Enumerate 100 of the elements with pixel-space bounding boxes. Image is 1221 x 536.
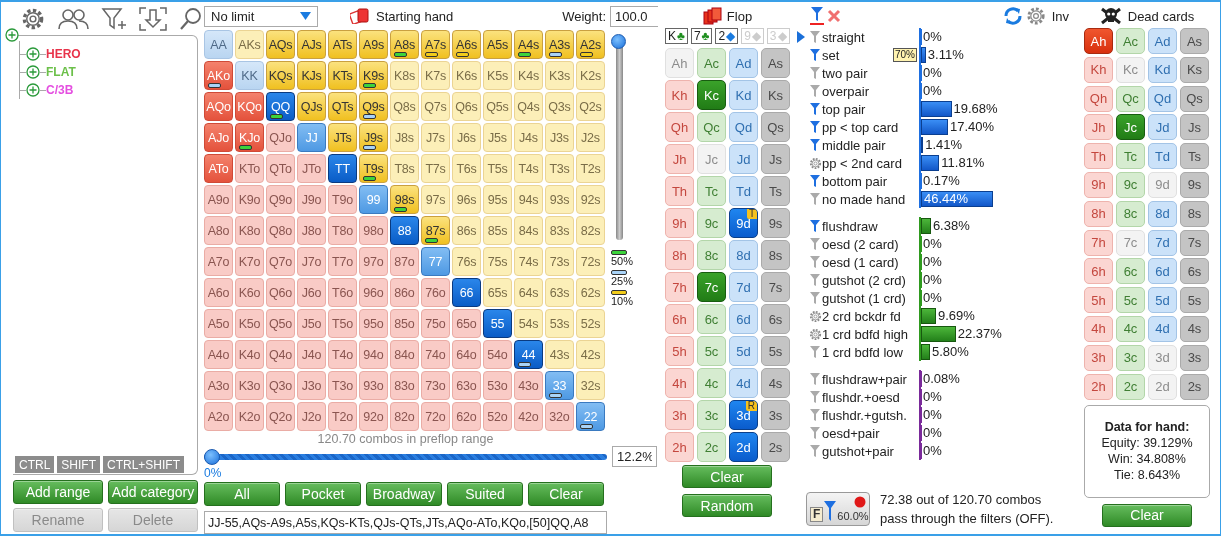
- filter-icon[interactable]: [809, 345, 821, 359]
- hand-cell[interactable]: T9o: [328, 185, 357, 214]
- card-button[interactable]: 7s: [761, 272, 790, 302]
- hand-cell[interactable]: KQs: [266, 61, 295, 90]
- hand-cell[interactable]: 97o: [359, 247, 388, 276]
- hand-cell[interactable]: K7o: [235, 247, 264, 276]
- card-button[interactable]: 4c: [1116, 315, 1145, 342]
- hand-cell[interactable]: QTo: [266, 154, 295, 183]
- card-button[interactable]: 5s: [1180, 287, 1209, 314]
- hand-cell[interactable]: J8o: [297, 216, 326, 245]
- hand-cell[interactable]: J7s: [421, 123, 450, 152]
- hand-cell[interactable]: 85o: [390, 309, 419, 338]
- card-button[interactable]: Jh: [1084, 114, 1113, 141]
- hand-cell[interactable]: 42o: [514, 402, 543, 431]
- hand-cell[interactable]: 82s: [576, 216, 605, 245]
- hand-cell[interactable]: K5s: [483, 61, 512, 90]
- card-button[interactable]: 2h: [665, 432, 694, 462]
- hand-cell[interactable]: QQ: [266, 92, 295, 121]
- modifier-key[interactable]: CTRL+SHIFT: [103, 456, 185, 473]
- hand-cell[interactable]: Q3s: [545, 92, 574, 121]
- hand-cell[interactable]: 74s: [514, 247, 543, 276]
- hand-cell[interactable]: Q2o: [266, 402, 295, 431]
- card-button[interactable]: 6h: [1084, 258, 1113, 285]
- hand-cell[interactable]: 86o: [390, 278, 419, 307]
- settings-icon[interactable]: [1025, 6, 1046, 26]
- hand-cell[interactable]: 88: [390, 216, 419, 245]
- hand-cell[interactable]: 32s: [576, 371, 605, 400]
- card-button[interactable]: 8d: [1148, 200, 1177, 227]
- hand-cell[interactable]: Q6o: [266, 278, 295, 307]
- hand-cell[interactable]: 52s: [576, 309, 605, 338]
- hand-cell[interactable]: 72o: [421, 402, 450, 431]
- hand-cell[interactable]: J6o: [297, 278, 326, 307]
- hand-cell[interactable]: Q4s: [514, 92, 543, 121]
- add-icon[interactable]: [26, 65, 40, 79]
- card-button[interactable]: 4s: [761, 368, 790, 398]
- card-button[interactable]: As: [761, 48, 790, 78]
- limit-dropdown[interactable]: No limit: [204, 5, 318, 27]
- hand-cell[interactable]: 95s: [483, 185, 512, 214]
- card-button[interactable]: 3h: [665, 400, 694, 430]
- hand-cell[interactable]: 63o: [452, 371, 481, 400]
- filter-icon[interactable]: [809, 390, 821, 404]
- hand-cell[interactable]: ATs: [328, 30, 357, 59]
- card-button[interactable]: 5s: [761, 336, 790, 366]
- card-button[interactable]: Td: [1148, 143, 1177, 170]
- hand-cell[interactable]: K9o: [235, 185, 264, 214]
- card-button[interactable]: Js: [761, 144, 790, 174]
- hand-cell[interactable]: AKs: [235, 30, 264, 59]
- filter-icon[interactable]: [809, 426, 821, 440]
- hand-cell[interactable]: A4o: [204, 340, 233, 369]
- hand-cell[interactable]: Q5o: [266, 309, 295, 338]
- hand-cell[interactable]: K8o: [235, 216, 264, 245]
- card-button[interactable]: 2h: [1084, 373, 1113, 400]
- card-button[interactable]: Qh: [665, 112, 694, 142]
- card-button[interactable]: Tc: [697, 176, 726, 206]
- card-button[interactable]: Kd: [1148, 56, 1177, 83]
- card-button[interactable]: Qc: [697, 112, 726, 142]
- hand-cell[interactable]: 75o: [421, 309, 450, 338]
- hand-cell[interactable]: 98o: [359, 216, 388, 245]
- hand-cell[interactable]: 76o: [421, 278, 450, 307]
- modifier-key[interactable]: SHIFT: [57, 456, 100, 473]
- add-icon[interactable]: [26, 47, 40, 61]
- users-icon[interactable]: [57, 7, 89, 31]
- hand-cell[interactable]: A6s: [452, 30, 481, 59]
- card-button[interactable]: 5h: [1084, 287, 1113, 314]
- card-button[interactable]: Ad: [1148, 28, 1177, 54]
- hand-cell[interactable]: 55: [483, 309, 512, 338]
- card-button[interactable]: Ts: [761, 176, 790, 206]
- card-button[interactable]: Jc: [1116, 114, 1145, 141]
- card-button[interactable]: 4d: [729, 368, 758, 398]
- settings-icon[interactable]: [808, 309, 822, 323]
- hand-cell[interactable]: A5o: [204, 309, 233, 338]
- hand-cell[interactable]: A7s: [421, 30, 450, 59]
- hand-cell[interactable]: A8o: [204, 216, 233, 245]
- hand-cell[interactable]: 94o: [359, 340, 388, 369]
- card-button[interactable]: Qd: [1148, 85, 1177, 112]
- hand-cell[interactable]: AKo: [204, 61, 233, 90]
- hand-cell[interactable]: KTs: [328, 61, 357, 90]
- settings-icon[interactable]: [21, 7, 45, 31]
- hand-cell[interactable]: J3o: [297, 371, 326, 400]
- hand-cell[interactable]: Q5s: [483, 92, 512, 121]
- card-button[interactable]: 4c: [697, 368, 726, 398]
- card-button[interactable]: Kh: [1084, 56, 1113, 83]
- hand-cell[interactable]: 75s: [483, 247, 512, 276]
- filter-icon[interactable]: [809, 408, 821, 422]
- hand-cell[interactable]: Q8s: [390, 92, 419, 121]
- hand-cell[interactable]: J5o: [297, 309, 326, 338]
- hand-cell[interactable]: KQo: [235, 92, 264, 121]
- card-button[interactable]: 6s: [1180, 258, 1209, 285]
- hand-cell[interactable]: 93o: [359, 371, 388, 400]
- card-button[interactable]: Qh: [1084, 85, 1113, 112]
- card-button[interactable]: 4h: [665, 368, 694, 398]
- hand-cell[interactable]: J7o: [297, 247, 326, 276]
- hand-cell[interactable]: 42s: [576, 340, 605, 369]
- hand-cell[interactable]: 93s: [545, 185, 574, 214]
- hand-cell[interactable]: 86s: [452, 216, 481, 245]
- hand-cell[interactable]: 54s: [514, 309, 543, 338]
- hand-cell[interactable]: TT: [328, 154, 357, 183]
- hand-cell[interactable]: 96s: [452, 185, 481, 214]
- card-button[interactable]: 8c: [697, 240, 726, 270]
- hand-cell[interactable]: A8s: [390, 30, 419, 59]
